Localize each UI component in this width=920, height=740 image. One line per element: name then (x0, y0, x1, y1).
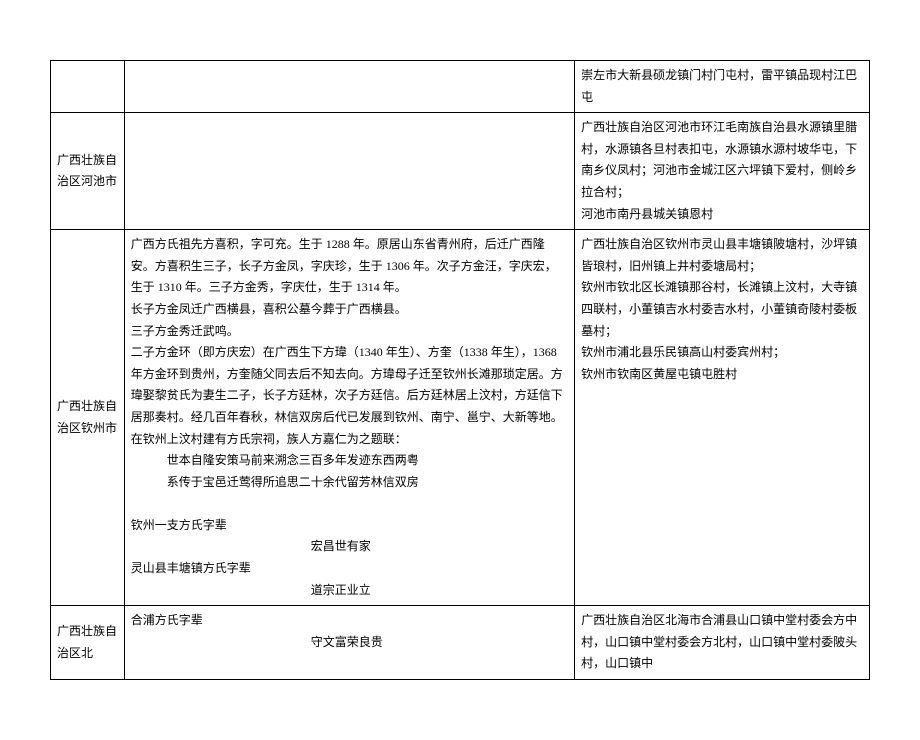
right-line: 广西壮族自治区钦州市灵山县丰塘镇陂塘村，沙坪镇皆琅村，旧州镇上井村委塘局村； (581, 234, 863, 277)
middle-cell: 合浦方氏字辈 守文富荣良贵 (124, 606, 574, 680)
generation-title: 合浦方氏字辈 (131, 610, 568, 632)
middle-line: 三子方金秀迁武鸣。 (131, 321, 568, 343)
table-row: 广西壮族自治区钦州市 广西方氏祖先方喜积，字可充。生于 1288 年。原居山东省… (51, 230, 870, 606)
middle-cell: 广西方氏祖先方喜积，字可充。生于 1288 年。原居山东省青州府，后迁广西隆安。… (124, 230, 574, 606)
middle-cell (124, 113, 574, 230)
region-cell: 广西壮族自治区河池市 (51, 113, 125, 230)
middle-cell (124, 61, 574, 113)
table-row: 广西壮族自治区河池市 广西壮族自治区河池市环江毛南族自治县水源镇里腊村，水源镇各… (51, 113, 870, 230)
right-line: 钦州市钦南区黄屋屯镇屯胜村 (581, 364, 863, 386)
middle-line: 二子方金环（即方庆宏）在广西生下方瑋（1340 年生）、方奎（1338 年生），… (131, 342, 568, 450)
right-line: 广西壮族自治区河池市环江毛南族自治县水源镇里腊村，水源镇各旦村表扣屯，水源镇水源… (581, 117, 863, 203)
right-cell: 崇左市大新县硕龙镇门村门屯村，雷平镇品现村江巴屯 (575, 61, 870, 113)
generation-value: 宏昌世有家 (131, 536, 568, 558)
generation-value: 守文富荣良贵 (131, 632, 568, 654)
right-line: 钦州市浦北县乐民镇高山村委宾州村； (581, 342, 863, 364)
right-cell: 广西壮族自治区北海市合浦县山口镇中堂村委会方中村，山口镇中堂村委会方北村，山口镇… (575, 606, 870, 680)
couplet-line: 世本自隆安策马前来溯念三百多年发迹东西两粤 (131, 450, 568, 472)
right-cell: 广西壮族自治区河池市环江毛南族自治县水源镇里腊村，水源镇各旦村表扣屯，水源镇水源… (575, 113, 870, 230)
lineage-table: 崇左市大新县硕龙镇门村门屯村，雷平镇品现村江巴屯 广西壮族自治区河池市 广西壮族… (50, 60, 870, 680)
generation-title: 灵山县丰塘镇方氏字辈 (131, 558, 568, 580)
region-cell: 广西壮族自治区北 (51, 606, 125, 680)
middle-line: 长子方金凤迁广西横县，喜积公墓今葬于广西横县。 (131, 299, 568, 321)
middle-line: 广西方氏祖先方喜积，字可充。生于 1288 年。原居山东省青州府，后迁广西隆安。… (131, 234, 568, 299)
table-row: 广西壮族自治区北 合浦方氏字辈 守文富荣良贵 广西壮族自治区北海市合浦县山口镇中… (51, 606, 870, 680)
region-cell (51, 61, 125, 113)
right-line: 河池市南丹县城关镇恩村 (581, 204, 863, 226)
right-line: 钦州市钦北区长滩镇那谷村，长滩镇上汶村，大寺镇四联村，小董镇吉水村委吉水村，小董… (581, 277, 863, 342)
region-cell: 广西壮族自治区钦州市 (51, 230, 125, 606)
right-cell: 广西壮族自治区钦州市灵山县丰塘镇陂塘村，沙坪镇皆琅村，旧州镇上井村委塘局村； 钦… (575, 230, 870, 606)
generation-value: 道宗正业立 (131, 580, 568, 602)
couplet-line: 系传于宝邑迁莺得所追思二十余代留芳林信双房 (131, 472, 568, 494)
table-row: 崇左市大新县硕龙镇门村门屯村，雷平镇品现村江巴屯 (51, 61, 870, 113)
generation-title: 钦州一支方氏字辈 (131, 515, 568, 537)
